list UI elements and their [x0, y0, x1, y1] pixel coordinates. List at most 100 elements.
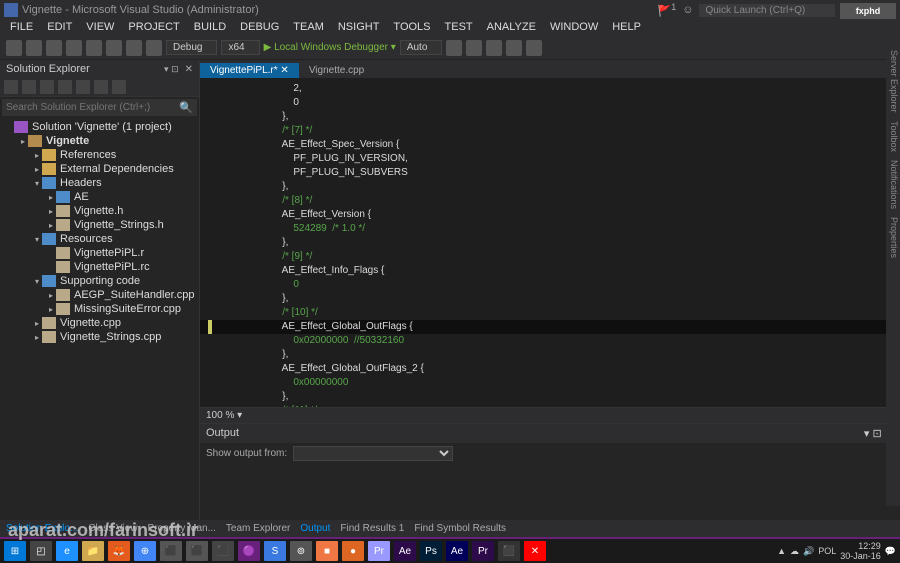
- right-panel-tab[interactable]: Server Explorer: [889, 50, 899, 113]
- right-panel-tab[interactable]: Toolbox: [889, 121, 899, 152]
- taskbar-app-icon[interactable]: 🦊: [108, 541, 130, 561]
- feedback-icon[interactable]: ☺: [682, 4, 693, 16]
- panel-close-icon[interactable]: ✕: [185, 64, 193, 75]
- tree-item[interactable]: ▸AE: [0, 190, 199, 204]
- tree-item[interactable]: ▸Vignette.cpp: [0, 316, 199, 330]
- tree-item[interactable]: Solution 'Vignette' (1 project): [0, 120, 199, 134]
- taskbar-app-icon[interactable]: ⬛: [186, 541, 208, 561]
- tree-item[interactable]: ▾Resources: [0, 232, 199, 246]
- properties-icon[interactable]: [94, 80, 108, 94]
- taskbar-app-icon[interactable]: ✕: [524, 541, 546, 561]
- menu-edit[interactable]: EDIT: [41, 20, 78, 36]
- taskbar-app-icon[interactable]: ⊞: [4, 541, 26, 561]
- toolbar-btn[interactable]: [506, 40, 522, 56]
- menu-test[interactable]: TEST: [439, 20, 479, 36]
- showall-icon[interactable]: [76, 80, 90, 94]
- tree-item[interactable]: ▾Supporting code: [0, 274, 199, 288]
- taskbar-app-icon[interactable]: ●: [342, 541, 364, 561]
- bottom-tab[interactable]: Find Results 1: [340, 523, 404, 534]
- output-source-select[interactable]: [293, 446, 453, 461]
- tree-item[interactable]: ▾Headers: [0, 176, 199, 190]
- output-body[interactable]: [200, 464, 900, 520]
- taskbar-app-icon[interactable]: ⊕: [134, 541, 156, 561]
- bottom-tab[interactable]: Output: [300, 523, 330, 534]
- tab-active[interactable]: VignettePiPL.r* ✕: [200, 63, 299, 78]
- redo-icon[interactable]: [146, 40, 162, 56]
- tray-lang[interactable]: POL: [818, 546, 836, 556]
- tree-item[interactable]: VignettePiPL.rc: [0, 260, 199, 274]
- undo-icon[interactable]: [126, 40, 142, 56]
- pin-icon[interactable]: ▾ ⊡: [164, 64, 179, 75]
- taskbar-app-icon[interactable]: ⊚: [290, 541, 312, 561]
- taskbar-app-icon[interactable]: Ae: [446, 541, 468, 561]
- menu-project[interactable]: PROJECT: [122, 20, 185, 36]
- tray-notif-icon[interactable]: 💬: [885, 546, 896, 557]
- taskbar-app-icon[interactable]: ◰: [30, 541, 52, 561]
- zoom-level[interactable]: 100 %: [206, 410, 234, 421]
- home-icon[interactable]: [4, 80, 18, 94]
- tab-vignette-cpp[interactable]: Vignette.cpp: [299, 63, 374, 78]
- auto-select[interactable]: Auto: [400, 40, 443, 55]
- taskbar-app-icon[interactable]: Pr: [472, 541, 494, 561]
- toolbar-btn[interactable]: [446, 40, 462, 56]
- sync-icon[interactable]: [40, 80, 54, 94]
- new-file-icon[interactable]: [46, 40, 62, 56]
- nav-back-icon[interactable]: [6, 40, 22, 56]
- save-icon[interactable]: [86, 40, 102, 56]
- quick-launch-input[interactable]: Quick Launch (Ctrl+Q): [699, 4, 835, 17]
- save-all-icon[interactable]: [106, 40, 122, 56]
- menu-window[interactable]: WINDOW: [544, 20, 604, 36]
- menu-file[interactable]: FILE: [4, 20, 39, 36]
- taskbar-app-icon[interactable]: Ae: [394, 541, 416, 561]
- refresh-icon[interactable]: [22, 80, 36, 94]
- right-panel-tab[interactable]: Notifications: [889, 160, 899, 209]
- start-debug-button[interactable]: ▶ Local Windows Debugger ▾: [264, 42, 396, 53]
- tree-item[interactable]: VignettePiPL.r: [0, 246, 199, 260]
- taskbar-app-icon[interactable]: e: [56, 541, 78, 561]
- menu-analyze[interactable]: ANALYZE: [481, 20, 542, 36]
- taskbar-app-icon[interactable]: 📁: [82, 541, 104, 561]
- taskbar-app-icon[interactable]: ⬛: [160, 541, 182, 561]
- menu-tools[interactable]: TOOLS: [387, 20, 436, 36]
- taskbar-app-icon[interactable]: Ps: [420, 541, 442, 561]
- tree-item[interactable]: ▸MissingSuiteError.cpp: [0, 302, 199, 316]
- tray-clock[interactable]: 12:2930-Jan-16: [840, 541, 881, 561]
- tab-close-icon[interactable]: ✕: [280, 65, 288, 76]
- taskbar-app-icon[interactable]: ⬛: [212, 541, 234, 561]
- search-icon[interactable]: 🔍: [179, 101, 193, 114]
- taskbar-app-icon[interactable]: Pr: [368, 541, 390, 561]
- menu-debug[interactable]: DEBUG: [234, 20, 285, 36]
- preview-icon[interactable]: [112, 80, 126, 94]
- notif-flag-icon[interactable]: 🚩1: [657, 2, 676, 18]
- tree-item[interactable]: ▸AEGP_SuiteHandler.cpp: [0, 288, 199, 302]
- menu-view[interactable]: VIEW: [80, 20, 120, 36]
- platform-select[interactable]: x64: [221, 40, 259, 55]
- tree-item[interactable]: ▸References: [0, 148, 199, 162]
- tree-item[interactable]: ▸Vignette: [0, 134, 199, 148]
- tree-item[interactable]: ▸Vignette_Strings.cpp: [0, 330, 199, 344]
- config-select[interactable]: Debug: [166, 40, 217, 55]
- toolbar-btn[interactable]: [526, 40, 542, 56]
- toolbar-btn[interactable]: [486, 40, 502, 56]
- code-editor[interactable]: 2, 0 }, /* [7] */ AE_Effect_Spec_Version…: [200, 78, 900, 407]
- tree-item[interactable]: ▸External Dependencies: [0, 162, 199, 176]
- tree-item[interactable]: ▸Vignette_Strings.h: [0, 218, 199, 232]
- taskbar-app-icon[interactable]: 🟣: [238, 541, 260, 561]
- right-panel-tab[interactable]: Properties: [889, 217, 899, 258]
- solution-search-input[interactable]: [6, 101, 179, 114]
- tree-item[interactable]: ▸Vignette.h: [0, 204, 199, 218]
- tray-icon[interactable]: ▲: [777, 546, 786, 556]
- taskbar-app-icon[interactable]: ■: [316, 541, 338, 561]
- menu-help[interactable]: HELP: [606, 20, 647, 36]
- menu-build[interactable]: BUILD: [188, 20, 232, 36]
- tray-icon[interactable]: ☁: [790, 546, 799, 557]
- toolbar-btn[interactable]: [466, 40, 482, 56]
- nav-fwd-icon[interactable]: [26, 40, 42, 56]
- open-icon[interactable]: [66, 40, 82, 56]
- menu-nsight[interactable]: NSIGHT: [332, 20, 386, 36]
- taskbar-app-icon[interactable]: S: [264, 541, 286, 561]
- collapse-icon[interactable]: [58, 80, 72, 94]
- menu-team[interactable]: TEAM: [287, 20, 330, 36]
- bottom-tab[interactable]: Find Symbol Results: [414, 523, 506, 534]
- tray-icon[interactable]: 🔊: [803, 546, 814, 557]
